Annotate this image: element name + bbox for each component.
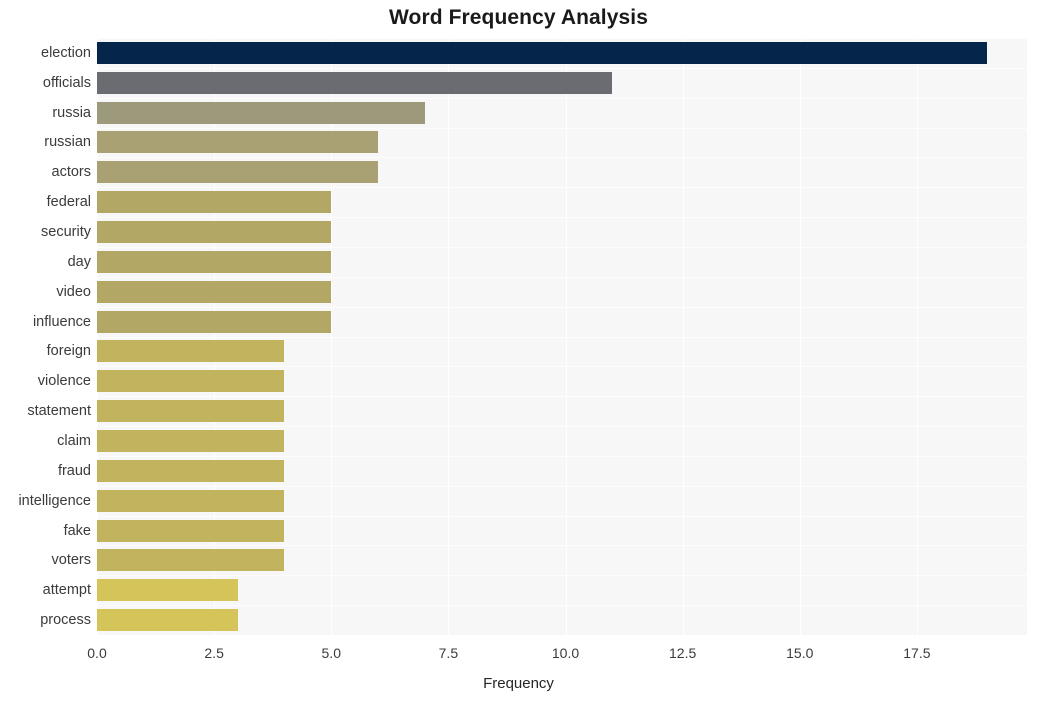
y-tick-label-actors: actors — [51, 164, 92, 181]
bar-row[interactable] — [97, 41, 1027, 64]
bar-fraud[interactable] — [97, 459, 285, 482]
bar-row[interactable] — [97, 489, 1027, 512]
y-gridline — [97, 307, 1027, 308]
y-gridline — [97, 605, 1027, 606]
x-tick-label-10.0: 10.0 — [551, 645, 580, 661]
bar-row[interactable] — [97, 191, 1027, 214]
x-tick-label-5.0: 5.0 — [321, 645, 341, 661]
bar-row[interactable] — [97, 340, 1027, 363]
bar-day[interactable] — [97, 250, 332, 273]
plot-area — [97, 38, 1027, 635]
y-gridline — [97, 426, 1027, 427]
x-axis-title: Frequency — [483, 675, 554, 692]
y-tick-label-officials: officials — [42, 74, 91, 91]
y-gridline — [97, 68, 1027, 69]
bar-election[interactable] — [97, 41, 988, 64]
bar-row[interactable] — [97, 549, 1027, 572]
bar-row[interactable] — [97, 429, 1027, 452]
bar-violence[interactable] — [97, 370, 285, 393]
chart-title: Word Frequency Analysis — [388, 6, 649, 29]
x-tick-label-12.5: 12.5 — [669, 645, 697, 661]
y-gridline — [97, 38, 1027, 39]
x-tick-label-17.5: 17.5 — [903, 645, 931, 661]
bar-row[interactable] — [97, 131, 1027, 154]
x-tick-label-2.5: 2.5 — [204, 645, 224, 661]
y-tick-label-video: video — [56, 283, 91, 300]
y-tick-label-fake: fake — [63, 522, 91, 539]
y-gridline — [97, 486, 1027, 487]
y-tick-label-russia: russia — [52, 104, 91, 121]
x-tick-label-7.5: 7.5 — [438, 645, 459, 661]
y-gridline — [97, 337, 1027, 338]
y-gridline — [97, 187, 1027, 188]
y-gridline — [97, 247, 1027, 248]
y-tick-label-claim: claim — [57, 432, 91, 449]
y-gridline — [97, 575, 1027, 576]
y-gridline — [97, 366, 1027, 367]
bar-voters[interactable] — [97, 549, 285, 572]
y-tick-label-intelligence: intelligence — [18, 492, 91, 509]
y-gridline — [97, 98, 1027, 99]
y-tick-label-security: security — [41, 224, 91, 241]
y-axis: election officials russia russian actors fede… — [0, 38, 91, 635]
bar-foreign[interactable] — [97, 340, 285, 363]
y-gridline — [97, 545, 1027, 546]
bar-claim[interactable] — [97, 429, 285, 452]
bar-video[interactable] — [97, 280, 332, 303]
bar-row[interactable] — [97, 459, 1027, 482]
bar-intelligence[interactable] — [97, 489, 285, 512]
y-tick-label-violence: violence — [37, 373, 91, 390]
y-tick-label-russian: russian — [44, 134, 91, 151]
y-gridline — [97, 516, 1027, 517]
y-tick-label-voters: voters — [51, 552, 92, 569]
bar-actors[interactable] — [97, 161, 379, 184]
y-tick-label-federal: federal — [46, 194, 91, 211]
bar-row[interactable] — [97, 221, 1027, 244]
bar-row[interactable] — [97, 519, 1027, 542]
y-tick-label-fraud: fraud — [57, 462, 91, 479]
bar-officials[interactable] — [97, 71, 613, 94]
bar-row[interactable] — [97, 579, 1027, 602]
y-gridline — [97, 277, 1027, 278]
bar-fake[interactable] — [97, 519, 285, 542]
y-tick-label-foreign: foreign — [46, 343, 91, 360]
bar-russian[interactable] — [97, 131, 379, 154]
bar-row[interactable] — [97, 161, 1027, 184]
bar-security[interactable] — [97, 221, 332, 244]
bar-statement[interactable] — [97, 400, 285, 423]
bar-row[interactable] — [97, 280, 1027, 303]
bar-attempt[interactable] — [97, 579, 238, 602]
x-tick-label-15.0: 15.0 — [786, 645, 814, 661]
bar-russia[interactable] — [97, 101, 425, 124]
bar-row[interactable] — [97, 310, 1027, 333]
y-gridline — [97, 128, 1027, 129]
x-tick-label-0.0: 0.0 — [87, 645, 107, 661]
y-tick-label-election: election — [41, 44, 91, 61]
bar-row[interactable] — [97, 609, 1027, 632]
bar-federal[interactable] — [97, 191, 332, 214]
bar-row[interactable] — [97, 400, 1027, 423]
x-axis: Frequency 0.0 2.5 5.0 7.5 10.0 12.5 15.0 17.5 — [0, 635, 1037, 701]
y-gridline — [97, 396, 1027, 397]
bar-row[interactable] — [97, 101, 1027, 124]
y-tick-label-attempt: attempt — [42, 582, 91, 599]
bar-process[interactable] — [97, 609, 238, 632]
word-frequency-chart-figure: Word Frequency Analysis election official… — [0, 0, 1037, 701]
y-tick-label-influence: influence — [32, 313, 91, 330]
bar-row[interactable] — [97, 370, 1027, 393]
y-tick-label-process: process — [40, 612, 91, 629]
y-gridline — [97, 217, 1027, 218]
bar-row[interactable] — [97, 71, 1027, 94]
y-gridline — [97, 157, 1027, 158]
y-gridline — [97, 456, 1027, 457]
bar-influence[interactable] — [97, 310, 332, 333]
bar-row[interactable] — [97, 250, 1027, 273]
y-tick-label-statement: statement — [27, 403, 91, 420]
y-tick-label-day: day — [67, 253, 91, 270]
